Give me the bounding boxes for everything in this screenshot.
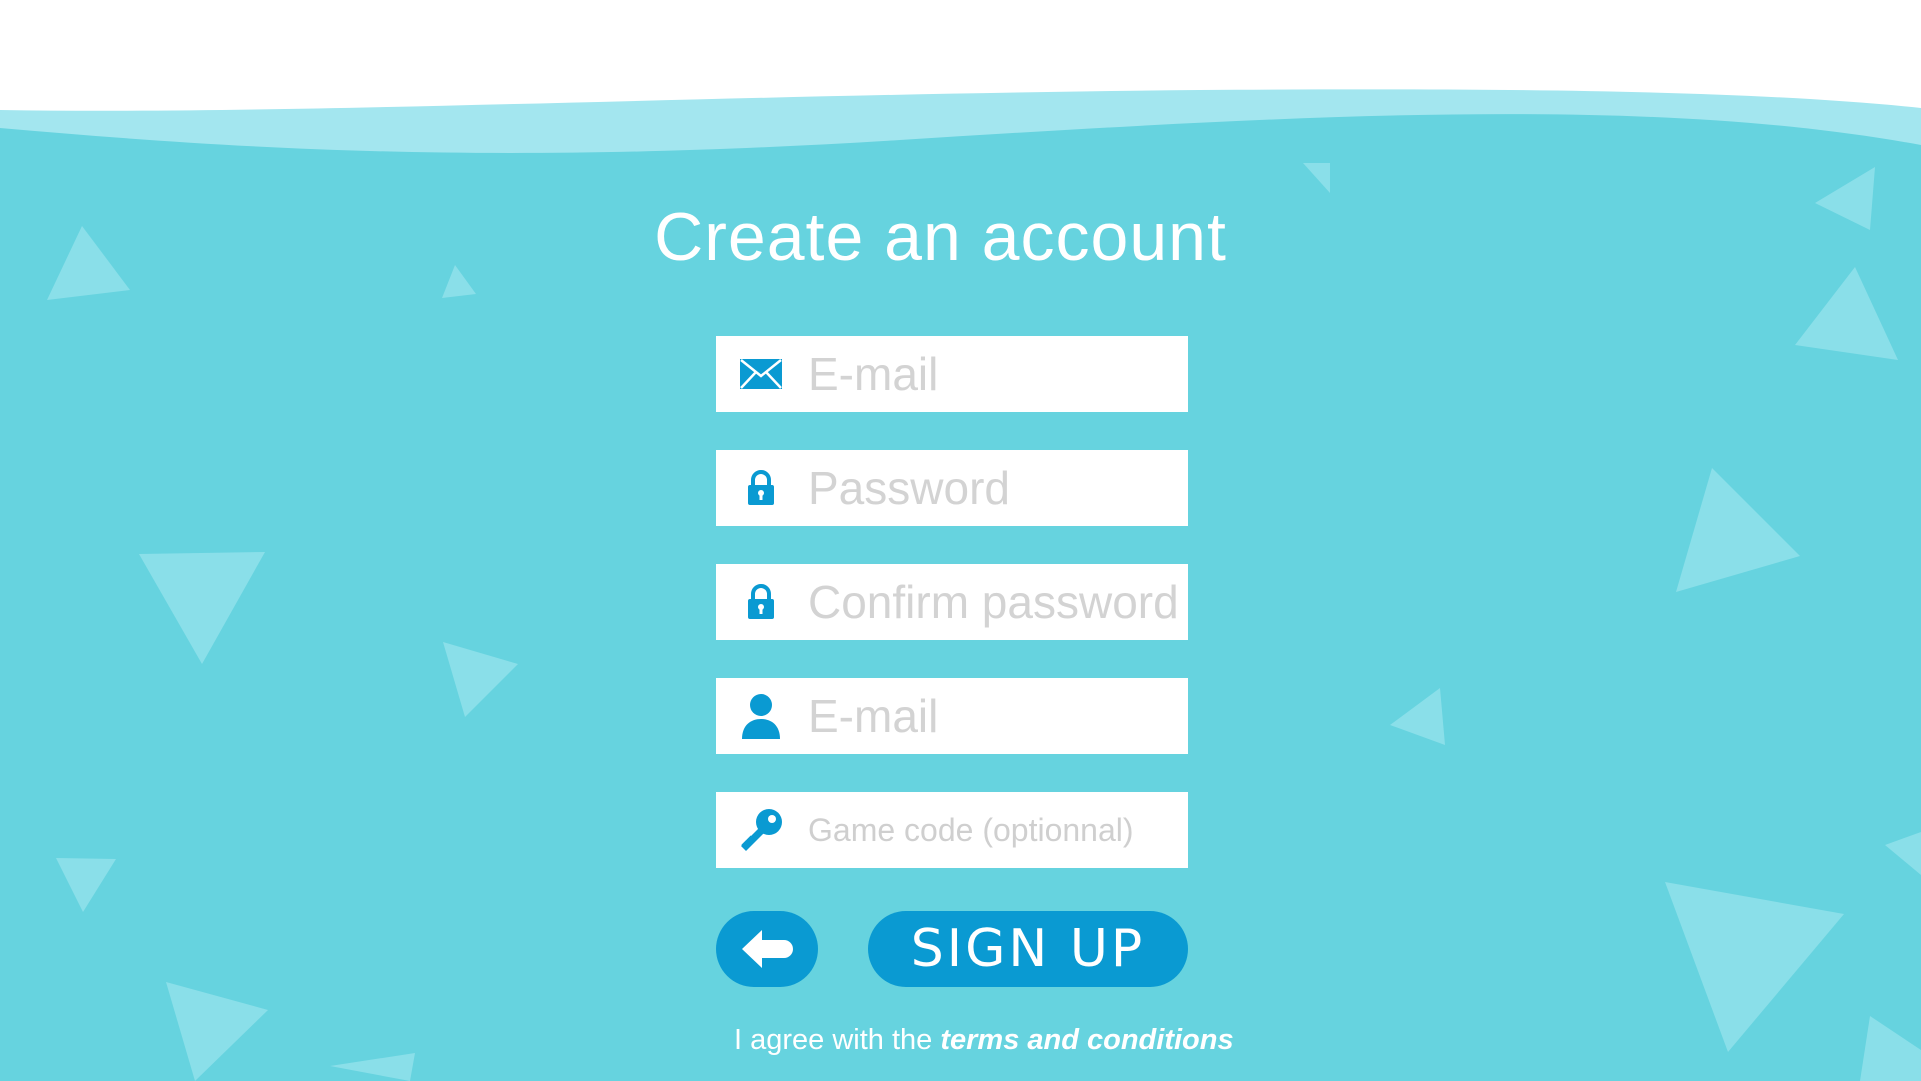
terms-agreement: I agree with the terms and conditions bbox=[734, 1024, 1234, 1057]
password-field[interactable] bbox=[716, 450, 1188, 526]
arrow-left-icon bbox=[742, 930, 793, 968]
sign-up-button[interactable]: SIGN UP bbox=[868, 911, 1188, 987]
key-icon bbox=[716, 792, 806, 868]
signup-screen: Create an account E-mail E-mail Game cod… bbox=[0, 0, 1921, 1081]
username-field[interactable] bbox=[716, 678, 1188, 754]
password-input[interactable] bbox=[808, 461, 1178, 515]
back-button[interactable] bbox=[716, 911, 818, 987]
lock-icon bbox=[716, 564, 806, 640]
user-icon bbox=[716, 678, 806, 754]
username-input[interactable] bbox=[808, 689, 1178, 743]
page-title: Create an account bbox=[0, 198, 1921, 276]
game-code-input[interactable] bbox=[808, 811, 1178, 849]
confirm-password-input[interactable] bbox=[808, 575, 1178, 629]
confirm-password-field[interactable] bbox=[716, 564, 1188, 640]
terms-link[interactable]: terms and conditions bbox=[940, 1024, 1233, 1056]
email-field[interactable] bbox=[716, 336, 1188, 412]
lock-icon bbox=[716, 450, 806, 526]
envelope-icon bbox=[716, 336, 806, 412]
game-code-field[interactable] bbox=[716, 792, 1188, 868]
email-input[interactable] bbox=[808, 347, 1178, 401]
page-title-text: Create an account bbox=[654, 199, 1227, 275]
terms-prefix: I agree with the bbox=[734, 1024, 941, 1056]
